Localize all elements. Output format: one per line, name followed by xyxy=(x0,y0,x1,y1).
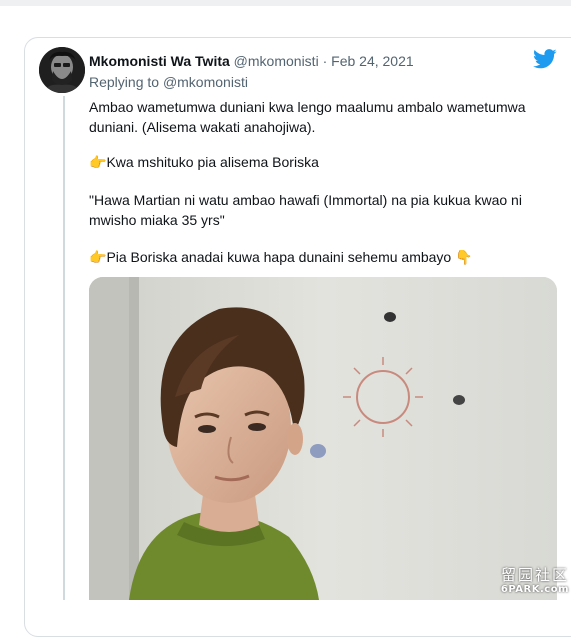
pointing-down-emoji-icon: 👇 xyxy=(455,249,473,265)
separator-dot: · xyxy=(322,53,328,69)
top-divider xyxy=(0,0,571,6)
watermark-site-text: 6PARK.com xyxy=(500,584,569,595)
boy-photo-icon xyxy=(89,277,557,600)
tweet-media-photo[interactable] xyxy=(89,277,557,600)
user-handle[interactable]: @mkomonisti xyxy=(234,53,319,69)
pointing-right-emoji-icon: 👉 xyxy=(89,249,107,265)
pointing-right-emoji-icon: 👉 xyxy=(89,154,107,170)
tweet-header: Mkomonisti Wa Twita @mkomonisti · Feb 24… xyxy=(89,52,414,70)
replying-label: Replying to xyxy=(89,74,160,90)
tweet-text-paragraph-4: 👉Pia Boriska anadai kuwa hapa dunaini se… xyxy=(89,247,549,267)
avatar[interactable] xyxy=(39,47,85,93)
tweet-text-paragraph-2: 👉Kwa mshituko pia alisema Boriska xyxy=(89,152,549,172)
replying-handle[interactable]: @mkomonisti xyxy=(163,74,248,90)
avatar-portrait-icon xyxy=(39,47,85,93)
tweet-text-paragraph-3: "Hawa Martian ni watu ambao hawafi (Immo… xyxy=(89,192,522,228)
tweet-date[interactable]: Feb 24, 2021 xyxy=(331,53,414,69)
paragraph-4-text: Pia Boriska anadai kuwa hapa dunaini seh… xyxy=(106,249,452,265)
twitter-bird-icon[interactable] xyxy=(533,49,557,69)
tweet-text-paragraph-1: Ambao wametumwa duniani kwa lengo maalum… xyxy=(89,99,526,135)
display-name[interactable]: Mkomonisti Wa Twita xyxy=(89,53,230,69)
watermark-main-text: 留园社区 xyxy=(500,566,569,584)
replying-to-line: Replying to @mkomonisti xyxy=(89,73,248,91)
thread-connector-line xyxy=(63,96,65,600)
site-watermark: 留园社区 6PARK.com xyxy=(483,566,569,600)
paragraph-2-text: Kwa mshituko pia alisema Boriska xyxy=(106,154,319,170)
